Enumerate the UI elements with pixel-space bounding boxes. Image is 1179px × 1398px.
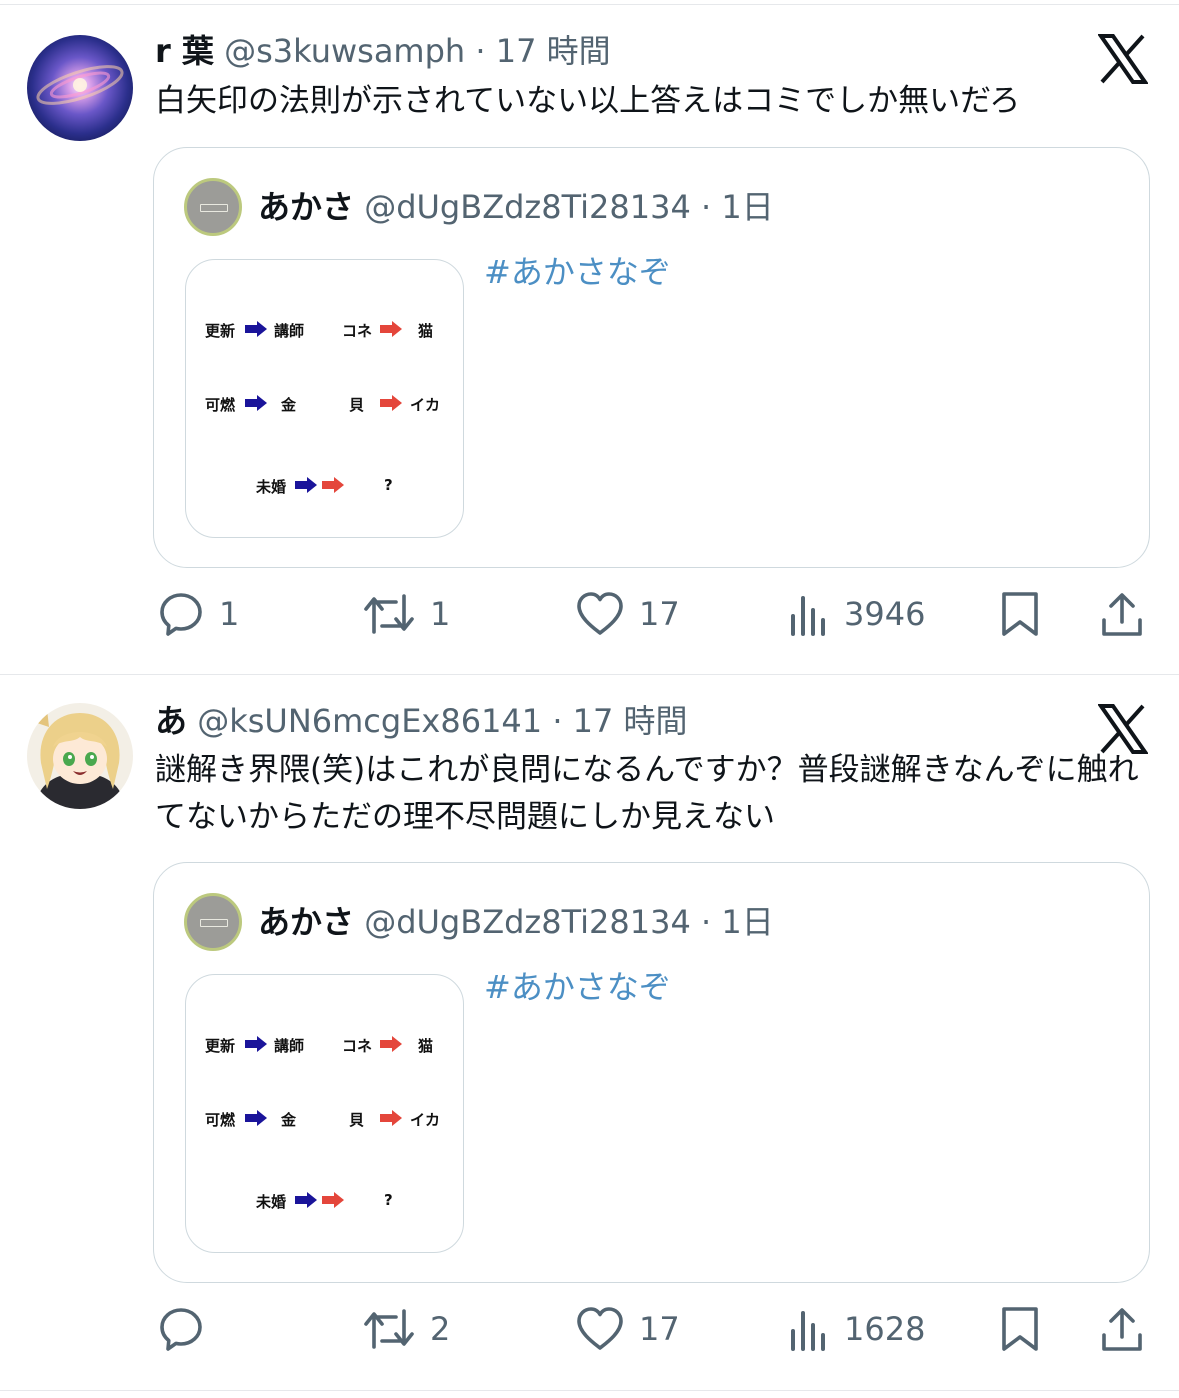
puzzle-result: 金 <box>281 1111 297 1129</box>
blue-arrow-icon <box>245 1036 267 1052</box>
like-count: 17 <box>639 595 680 633</box>
puzzle-result: ? <box>384 1191 393 1209</box>
hashtag-link[interactable]: #あかさなぞ <box>484 965 671 1009</box>
like-icon <box>577 1307 623 1350</box>
like-button[interactable]: 17 <box>575 584 680 644</box>
tweet[interactable]: あ @ksUN6mcgEx86141 · 17 時間 謎解き界隈(笑)はこれが良… <box>0 675 1179 1390</box>
quoted-avatar[interactable] <box>184 178 242 236</box>
tweet[interactable]: r 葉 @s3kuwsamph · 17 時間 白矢印の法則が示されていない以上… <box>0 0 1179 674</box>
retweet-count: 1 <box>430 595 451 633</box>
puzzle-word: コネ <box>342 1037 373 1055</box>
like-button[interactable]: 17 <box>575 1299 680 1359</box>
quoted-author-line: あかさ @dUgBZdz8Ti28134 · 1日 <box>258 186 774 228</box>
views-count: 3946 <box>844 595 926 633</box>
retweet-icon <box>364 1309 414 1349</box>
puzzle-result: 講師 <box>274 322 305 340</box>
bottom-divider <box>0 1390 1179 1391</box>
blue-arrow-icon <box>245 395 267 411</box>
puzzle-word: 貝 <box>349 1111 365 1129</box>
red-arrow-icon <box>322 1192 344 1208</box>
quoted-author-name[interactable]: あかさ <box>258 188 354 226</box>
views-count: 1628 <box>844 1310 926 1348</box>
views-icon <box>791 596 825 636</box>
puzzle-result: 金 <box>281 396 297 414</box>
red-arrow-icon <box>380 1110 402 1126</box>
puzzle-word: 更新 <box>205 1037 236 1055</box>
puzzle-word: 貝 <box>349 396 365 414</box>
blue-arrow-icon <box>295 1192 317 1208</box>
author-handle-time[interactable]: @ksUN6mcgEx86141 · 17 時間 <box>197 702 687 740</box>
quoted-author-handle-time[interactable]: @dUgBZdz8Ti28134 · 1日 <box>364 188 774 226</box>
avatar[interactable] <box>27 703 133 809</box>
like-icon <box>577 592 623 635</box>
puzzle-word: 未婚 <box>256 1193 287 1211</box>
puzzle-result: 講師 <box>274 1037 305 1055</box>
bookmark-icon <box>1002 1307 1038 1351</box>
tweet-text: 謎解き界隈(笑)はこれが良問になるんですか？普段謎解きなんぞに触れてないからただ… <box>155 752 1139 835</box>
puzzle-image[interactable]: 更新 講師 コネ 猫 可燃 金 貝 イカ 未婚 ? <box>185 974 464 1253</box>
quoted-author-handle-time[interactable]: @dUgBZdz8Ti28134 · 1日 <box>364 903 774 941</box>
views-button[interactable]: 3946 <box>788 584 925 644</box>
puzzle-result: 猫 <box>418 1037 434 1055</box>
puzzle-result: イカ <box>410 396 441 414</box>
puzzle-word: コネ <box>342 322 373 340</box>
hashtag-link[interactable]: #あかさなぞ <box>484 250 671 294</box>
tweet-text: 白矢印の法則が示されていない以上答えはコミでしか無いだろ <box>155 83 1021 119</box>
views-icon <box>791 1311 825 1351</box>
puzzle-image[interactable]: 更新 講師 コネ 猫 可燃 金 貝 イカ 未婚 ? <box>185 259 464 538</box>
puzzle-word: 未婚 <box>256 478 287 496</box>
retweet-button[interactable]: 2 <box>362 1299 450 1359</box>
anime-girl-avatar-image <box>27 703 133 809</box>
share-icon <box>1102 593 1142 636</box>
author-line: r 葉 @s3kuwsamph · 17 時間 <box>155 31 611 71</box>
blue-arrow-icon <box>245 321 267 337</box>
puzzle-word: 可燃 <box>205 1111 236 1129</box>
reply-icon <box>160 593 202 636</box>
quote-tweet-card[interactable]: あかさ @dUgBZdz8Ti28134 · 1日 更新 講師 コネ 猫 可燃 … <box>153 147 1150 568</box>
quoted-avatar[interactable] <box>184 893 242 951</box>
red-arrow-icon <box>380 1036 402 1052</box>
share-button[interactable] <box>1099 1299 1145 1359</box>
bookmark-button[interactable] <box>998 584 1042 644</box>
blue-arrow-icon <box>295 477 317 493</box>
like-count: 17 <box>639 1310 680 1348</box>
author-name[interactable]: あ <box>155 702 187 740</box>
share-button[interactable] <box>1099 584 1145 644</box>
bookmark-icon <box>1002 592 1038 636</box>
retweet-count: 2 <box>430 1310 451 1348</box>
retweet-button[interactable]: 1 <box>362 584 450 644</box>
tweet-actions: 2 17 1628 <box>0 1299 1179 1359</box>
reply-button[interactable]: 1 <box>157 584 239 644</box>
views-button[interactable]: 1628 <box>788 1299 925 1359</box>
puzzle-word: 可燃 <box>205 396 236 414</box>
reply-button[interactable] <box>157 1299 219 1359</box>
red-arrow-icon <box>322 477 344 493</box>
avatar[interactable] <box>27 35 133 141</box>
quoted-author-name[interactable]: あかさ <box>258 903 354 941</box>
reply-count: 1 <box>219 595 240 633</box>
quoted-author-line: あかさ @dUgBZdz8Ti28134 · 1日 <box>258 901 774 943</box>
tweet-actions: 1 1 17 3946 <box>0 584 1179 644</box>
author-name[interactable]: r 葉 <box>155 32 214 70</box>
red-arrow-icon <box>380 395 402 411</box>
red-arrow-icon <box>380 321 402 337</box>
author-line: あ @ksUN6mcgEx86141 · 17 時間 <box>155 701 688 741</box>
retweet-icon <box>364 594 414 634</box>
author-handle-time[interactable]: @s3kuwsamph · 17 時間 <box>224 32 611 70</box>
puzzle-result: 猫 <box>418 322 434 340</box>
quote-tweet-card[interactable]: あかさ @dUgBZdz8Ti28134 · 1日 更新 講師 コネ 猫 可燃 … <box>153 862 1150 1283</box>
puzzle-result: ? <box>384 476 393 494</box>
bookmark-button[interactable] <box>998 1299 1042 1359</box>
reply-icon <box>160 1308 202 1351</box>
puzzle-result: イカ <box>410 1111 441 1129</box>
blue-arrow-icon <box>245 1110 267 1126</box>
galaxy-avatar-image <box>27 35 133 141</box>
share-icon <box>1102 1308 1142 1351</box>
puzzle-word: 更新 <box>205 322 236 340</box>
